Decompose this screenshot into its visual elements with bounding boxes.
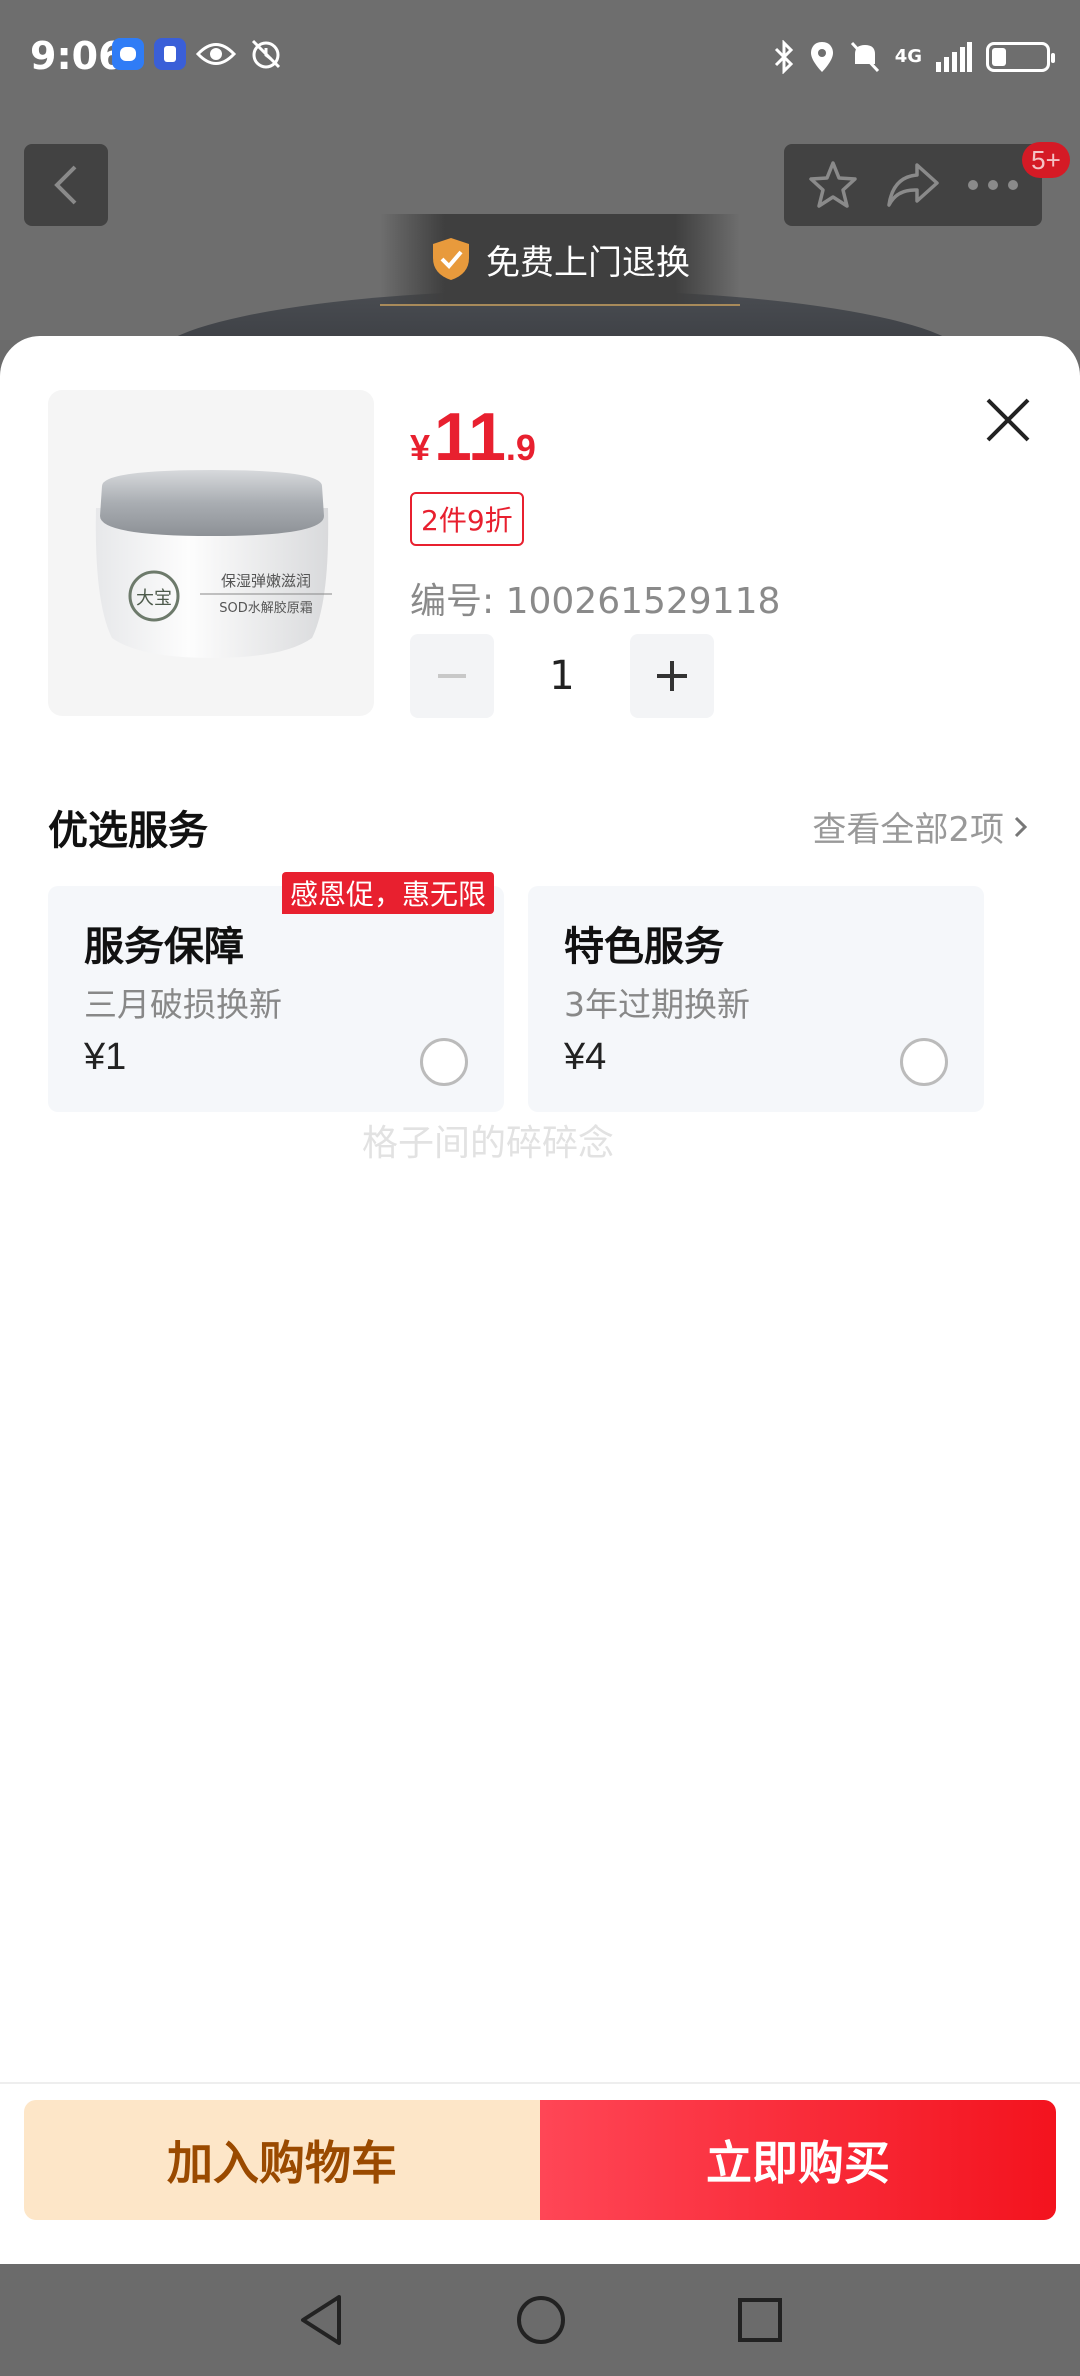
top-actions — [784, 144, 1042, 226]
signal-icon — [936, 42, 972, 72]
star-icon[interactable] — [807, 160, 859, 210]
network-label: 4G — [894, 46, 922, 67]
price-integer: 11 — [434, 399, 506, 475]
system-status-icons: 4G — [773, 40, 1055, 74]
quantity-value[interactable]: 1 — [494, 653, 630, 699]
jar-label-line2: SOD水解胶原霜 — [219, 600, 313, 616]
price-currency: ¥ — [410, 427, 431, 468]
nav-back-icon[interactable] — [297, 2293, 345, 2347]
shield-check-icon — [433, 238, 469, 280]
service-radio[interactable] — [900, 1038, 948, 1086]
sku-number: 编号: 100261529118 — [410, 581, 781, 622]
watermark: 格子间的碎碎念 — [362, 1123, 615, 1164]
service-card-special[interactable]: 特色服务 3年过期换新 ¥4 — [528, 886, 984, 1112]
close-button[interactable] — [976, 388, 1040, 452]
battery-icon — [986, 42, 1055, 72]
quantity-stepper: 1 — [410, 634, 714, 718]
close-icon — [986, 398, 1030, 442]
chevron-right-icon — [1014, 816, 1028, 837]
purchase-action-bar: 加入购物车 立即购买 — [24, 2100, 1056, 2220]
divider — [0, 2082, 1080, 2084]
jar-label-line1: 保湿弹嫩滋润 — [221, 572, 311, 590]
service-name: 服务保障 — [84, 924, 244, 970]
status-bar: 9:06 4G — [0, 0, 1080, 120]
services-title: 优选服务 — [48, 808, 208, 854]
alarm-off-icon — [246, 38, 286, 70]
cart-count-badge: 5+ — [1022, 142, 1070, 178]
buy-now-button[interactable]: 立即购买 — [540, 2100, 1056, 2220]
free-return-banner: 免费上门退换 — [380, 214, 740, 306]
add-to-cart-button[interactable]: 加入购物车 — [24, 2100, 540, 2220]
promo-badge: 感恩促，惠无限 — [282, 872, 495, 914]
service-description: 三月破损换新 — [84, 985, 282, 1024]
status-time: 9:06 — [30, 34, 125, 78]
service-price: ¥1 — [84, 1036, 127, 1078]
increase-button[interactable] — [630, 634, 714, 718]
bluetooth-icon — [774, 40, 793, 74]
mute-icon — [850, 41, 879, 73]
sku-selector-sheet: 大宝 保湿弹嫩滋润 SOD水解胶原霜 ¥ 11 .9 2件9折 编号: 1002… — [0, 336, 1080, 2264]
discount-tag: 2件9折 — [410, 492, 524, 546]
more-icon[interactable] — [967, 179, 1019, 191]
plus-icon — [657, 661, 687, 691]
location-icon — [810, 42, 833, 72]
service-card-protection[interactable]: 感恩促，惠无限 服务保障 三月破损换新 ¥1 — [48, 872, 504, 1112]
free-return-text: 免费上门退换 — [486, 242, 690, 283]
back-button[interactable] — [24, 144, 108, 226]
nav-home-icon[interactable] — [515, 2294, 567, 2346]
system-nav-bar — [0, 2264, 1080, 2376]
price-decimal: .9 — [505, 427, 536, 468]
cream-jar-image: 大宝 保湿弹嫩滋润 SOD水解胶原霜 — [95, 470, 332, 658]
decrease-button[interactable] — [410, 634, 494, 718]
chevron-left-icon — [54, 165, 77, 205]
app-notification-icon — [154, 38, 186, 70]
notification-icons — [112, 38, 286, 70]
eye-icon — [196, 38, 236, 70]
minus-icon — [438, 674, 466, 678]
service-radio[interactable] — [420, 1038, 468, 1086]
nav-recents-icon[interactable] — [737, 2297, 783, 2343]
service-description: 3年过期换新 — [564, 985, 750, 1024]
jar-logo-text: 大宝 — [136, 588, 172, 609]
service-price: ¥4 — [564, 1036, 607, 1078]
product-thumbnail[interactable]: 大宝 保湿弹嫩滋润 SOD水解胶原霜 — [48, 390, 374, 716]
view-all-label: 查看全部2项 — [812, 810, 1004, 850]
message-app-icon — [112, 38, 144, 70]
view-all-services-link[interactable]: 查看全部2项 — [812, 802, 1028, 851]
background-product-page: 9:06 4G 5+ 免费上门退换 — [0, 0, 1080, 340]
share-icon[interactable] — [885, 161, 941, 209]
product-price: ¥ 11 .9 — [410, 398, 536, 476]
service-name: 特色服务 — [564, 924, 724, 970]
